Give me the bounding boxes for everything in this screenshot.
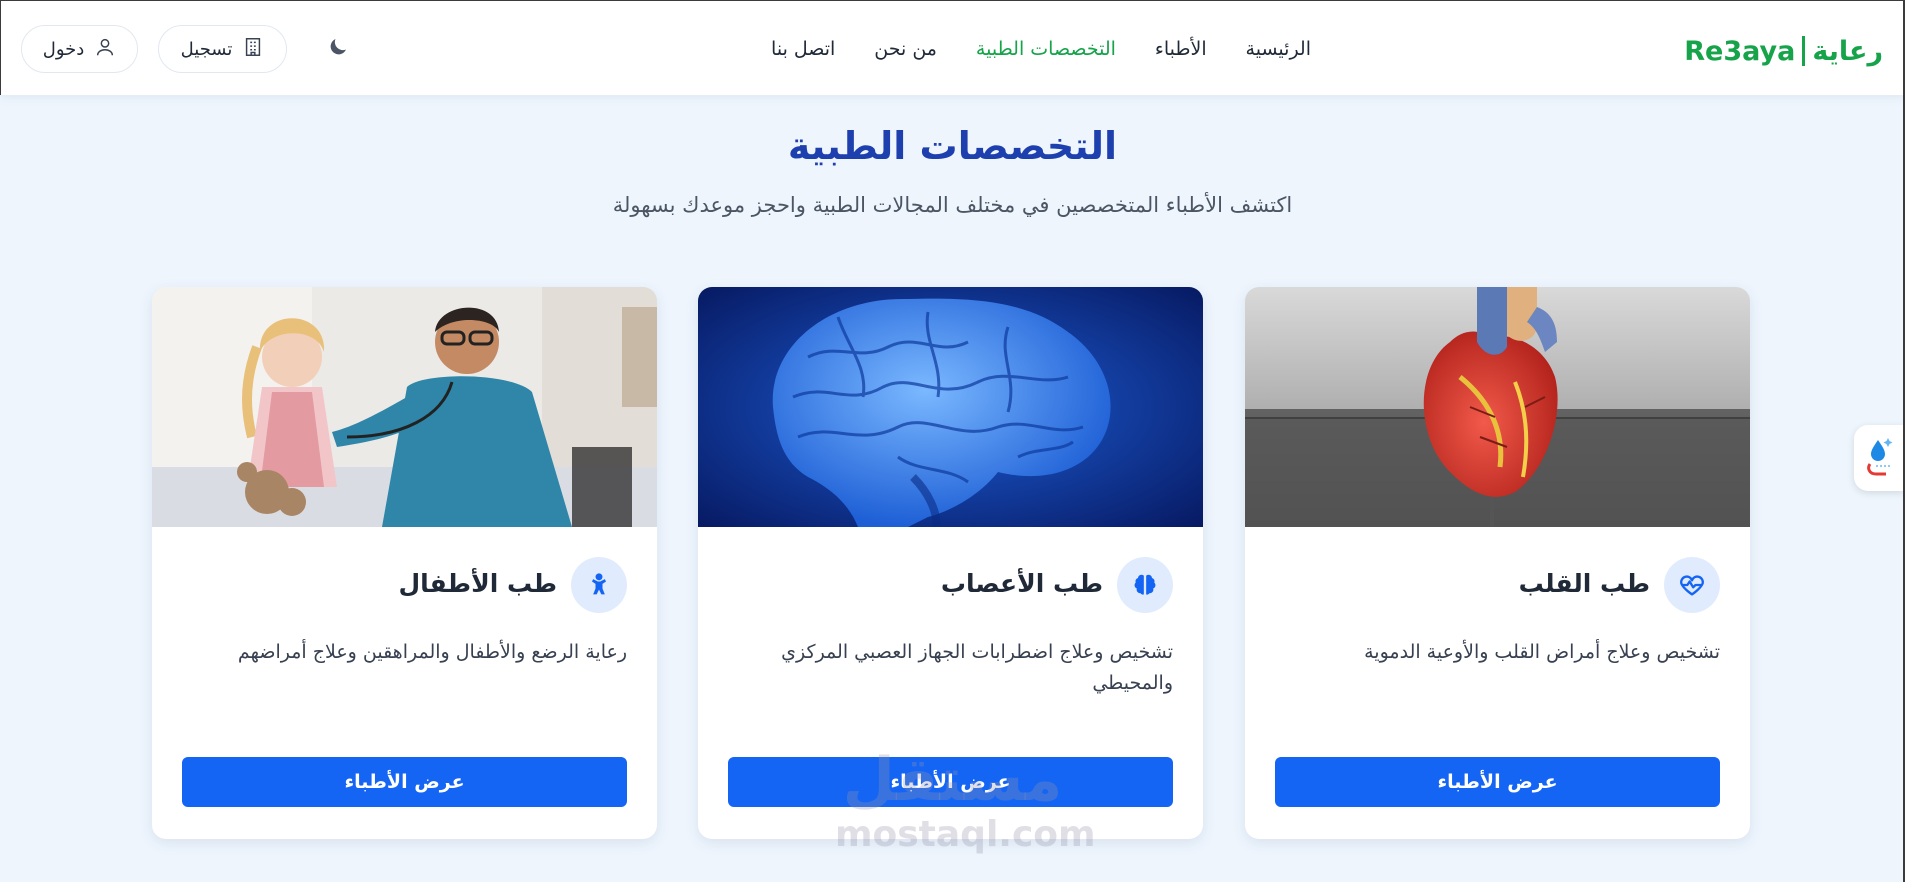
register-button[interactable]: تسجيل xyxy=(158,25,287,73)
pediatrician-child-photo xyxy=(152,287,657,527)
brand-arabic: رعاية xyxy=(1812,35,1883,67)
header-actions: دخول تسجيل xyxy=(21,25,355,73)
brain-render-photo xyxy=(698,287,1203,527)
page-title: التخصصات الطبية xyxy=(787,124,1118,168)
accessibility-widget[interactable] xyxy=(1854,425,1904,491)
heart-model-photo xyxy=(1245,287,1750,527)
card-title: طب القلب xyxy=(1518,569,1650,598)
nav-doctors[interactable]: الأطباء xyxy=(1155,38,1207,60)
user-icon xyxy=(94,36,116,63)
main-nav: الرئيسية الأطباء التخصصات الطبية من نحن … xyxy=(771,1,1311,96)
specialty-card-pediatrics: طب الأطفال رعاية الرضع والأطفال والمراهق… xyxy=(152,287,657,839)
nav-specialties[interactable]: التخصصات الطبية xyxy=(976,38,1116,60)
login-button[interactable]: دخول xyxy=(21,25,138,73)
brand-separator xyxy=(1802,36,1806,66)
card-description: تشخيص وعلاج اضطرابات الجهاز العصبي المرك… xyxy=(781,641,1173,694)
brain-icon xyxy=(1117,557,1173,613)
nav-home[interactable]: الرئيسية xyxy=(1246,38,1311,60)
view-doctors-button[interactable]: عرض الأطباء xyxy=(182,757,627,807)
nav-contact[interactable]: اتصل بنا xyxy=(771,38,835,60)
login-label: دخول xyxy=(42,38,85,60)
card-description: تشخيص وعلاج أمراض القلب والأوعية الدموية xyxy=(1364,641,1720,663)
theme-toggle-button[interactable] xyxy=(321,32,355,66)
view-doctors-button[interactable]: عرض الأطباء xyxy=(728,757,1173,807)
baby-icon xyxy=(571,557,627,613)
card-title: طب الأعصاب xyxy=(940,569,1103,598)
page-subtitle: اكتشف الأطباء المتخصصين في مختلف المجالا… xyxy=(612,193,1293,217)
specialty-card-neurology: طب الأعصاب تشخيص وعلاج اضطرابات الجهاز ا… xyxy=(698,287,1203,839)
brand-latin: Re3aya xyxy=(1684,35,1796,67)
register-label: تسجيل xyxy=(180,38,233,60)
specialty-card-cardiology: طب القلب تشخيص وعلاج أمراض القلب والأوعي… xyxy=(1245,287,1750,839)
sparkle-drop-icon xyxy=(1862,434,1896,482)
brand-logo[interactable]: Re3aya رعاية xyxy=(1684,31,1883,71)
view-doctors-button[interactable]: عرض الأطباء xyxy=(1275,757,1720,807)
card-title: طب الأطفال xyxy=(398,569,557,598)
card-description: رعاية الرضع والأطفال والمراهقين وعلاج أم… xyxy=(237,641,627,663)
building-icon xyxy=(242,36,264,63)
site-header: Re3aya رعاية الرئيسية الأطباء التخصصات ا… xyxy=(0,0,1905,95)
heart-pulse-icon xyxy=(1664,557,1720,613)
nav-about[interactable]: من نحن xyxy=(874,38,937,60)
moon-icon xyxy=(326,35,350,63)
